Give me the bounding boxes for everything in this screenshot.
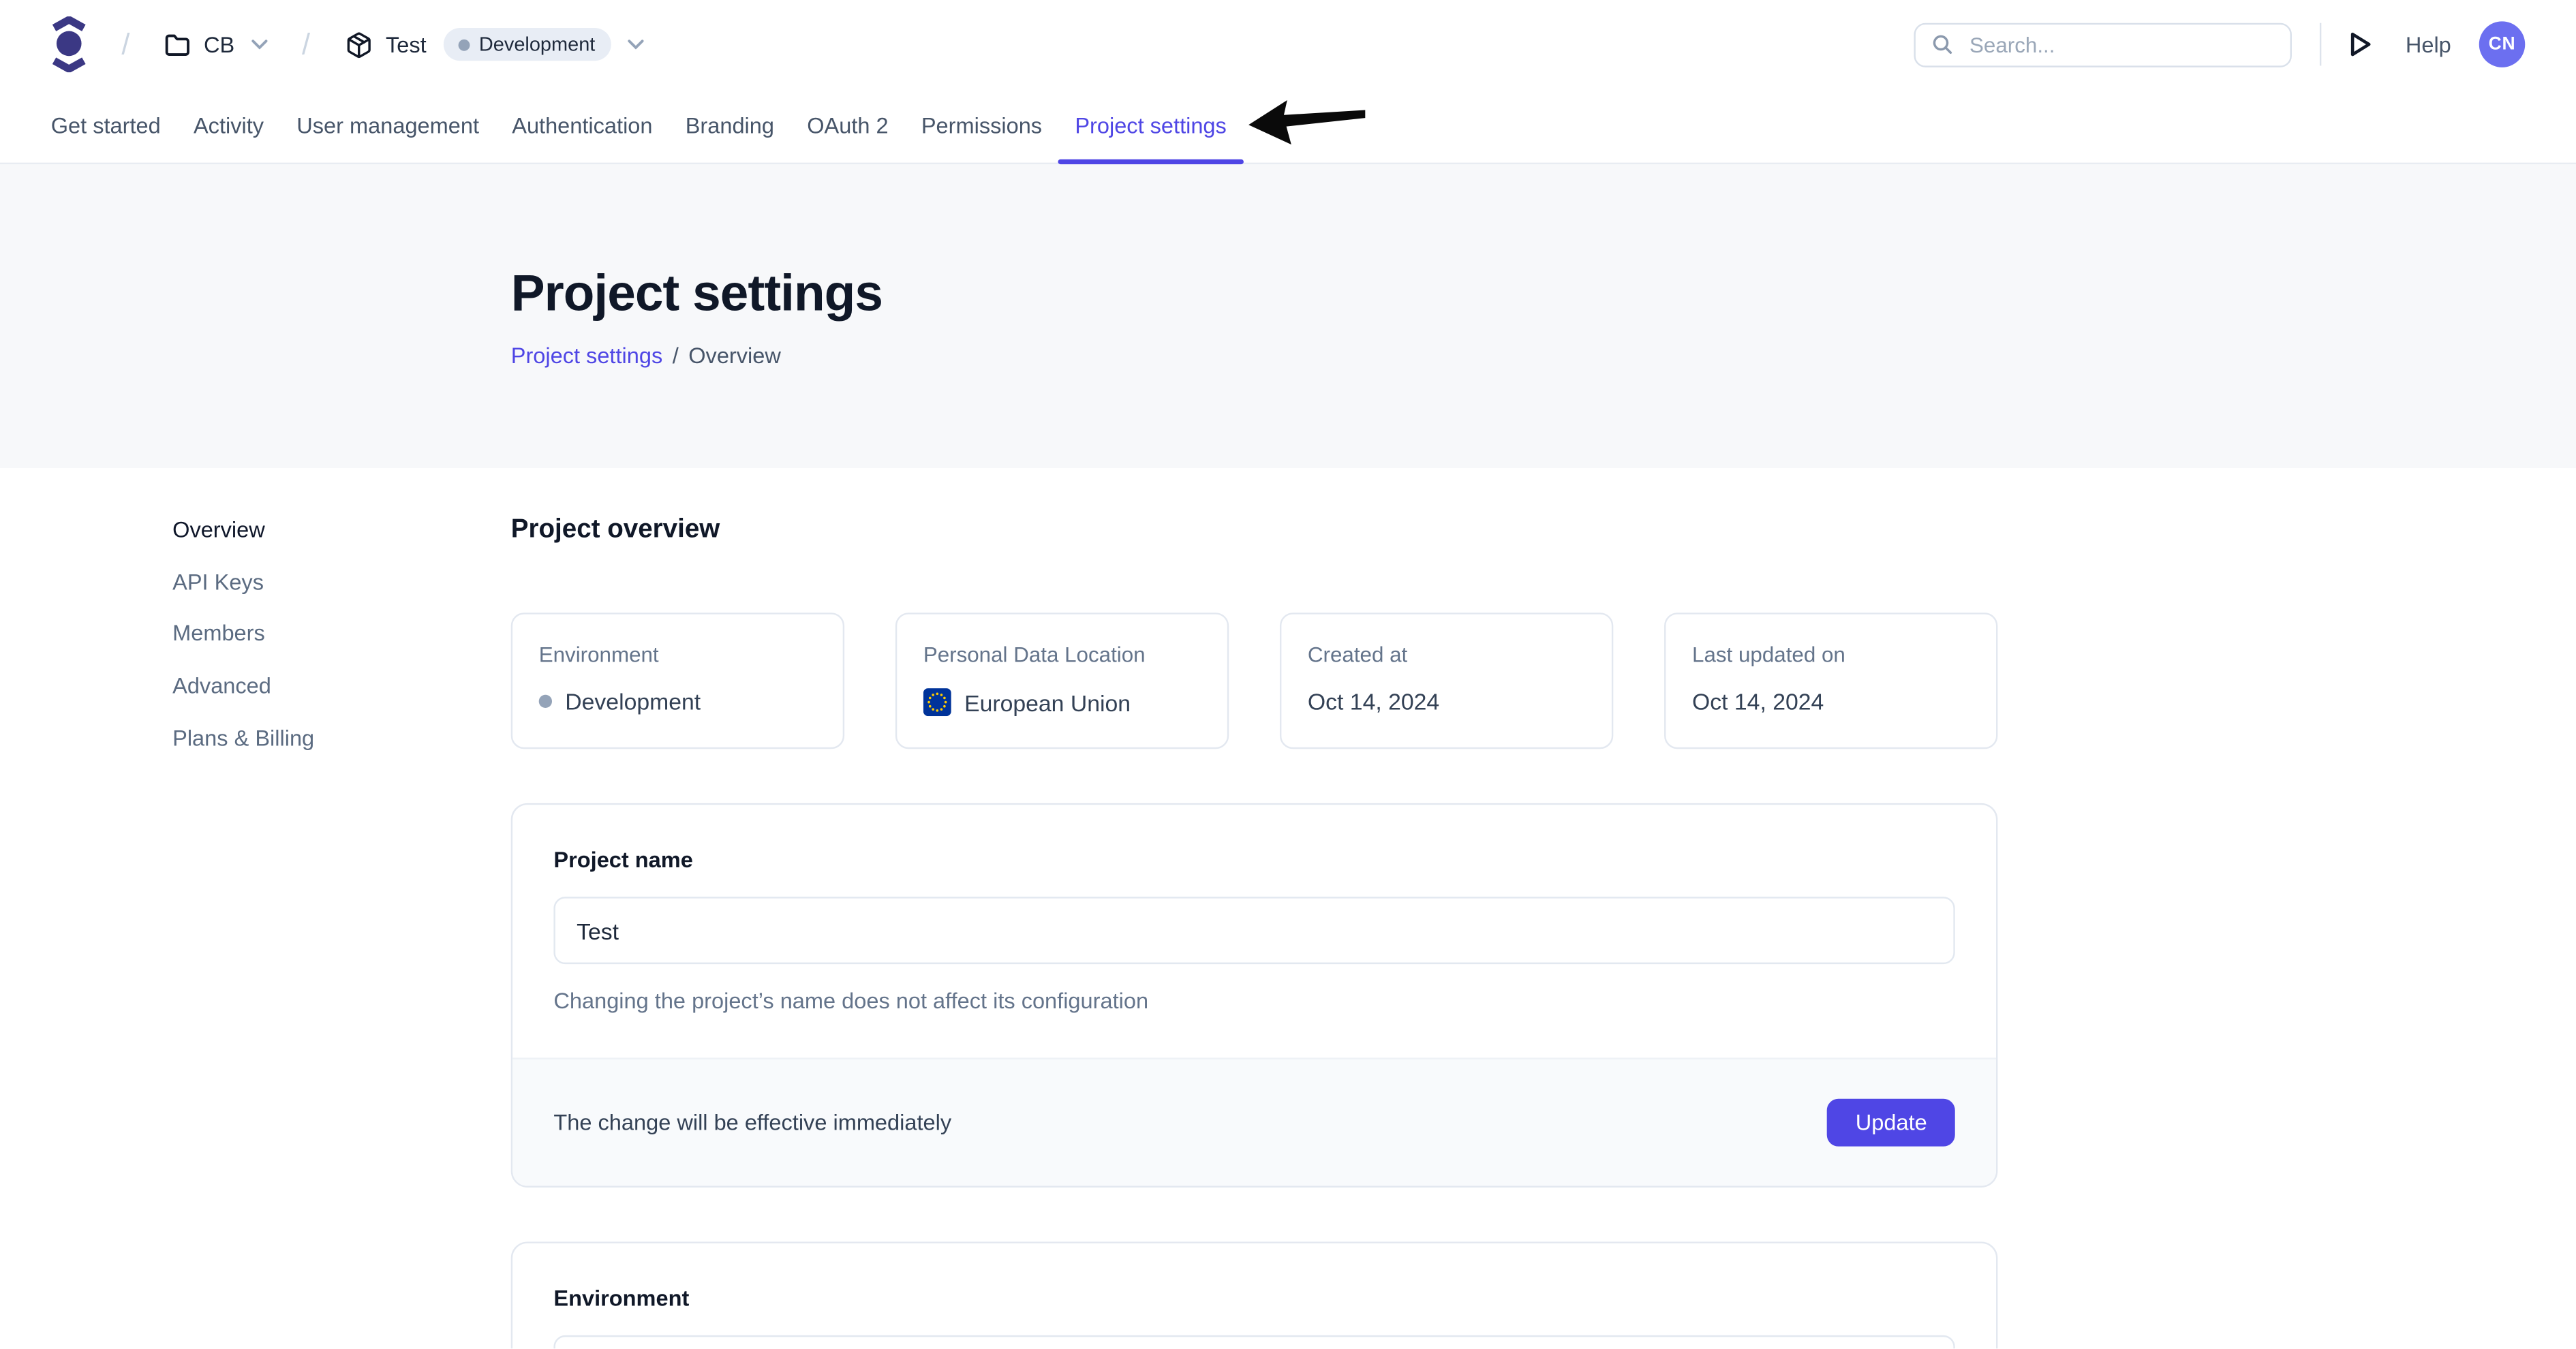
tab-project-settings[interactable]: Project settings [1058, 89, 1243, 162]
app-root: / CB / Test Development [0, 0, 2576, 1349]
chevron-down-icon [628, 40, 645, 49]
tab-authentication[interactable]: Authentication [495, 89, 669, 162]
info-card-created-at: Created at Oct 14, 2024 [1280, 613, 1613, 749]
info-card-environment: Environment Development [511, 613, 844, 749]
environment-card: Environment Development [511, 1241, 1998, 1349]
project-name-helper: Changing the project’s name does not aff… [553, 987, 1954, 1017]
breadcrumb-link[interactable]: Project settings [511, 343, 663, 368]
page-header: Project settings Project settings / Over… [0, 164, 2576, 468]
logo[interactable] [51, 16, 87, 72]
settings-sidebar: Overview API Keys Members Advanced Plans… [172, 514, 511, 1349]
section-title: Project overview [511, 514, 1998, 547]
update-button[interactable]: Update [1828, 1099, 1955, 1147]
topbar-right: Help CN [1914, 21, 2525, 67]
sidebar-item-plans-billing[interactable]: Plans & Billing [172, 722, 314, 755]
info-card-label: Last updated on [1692, 642, 1969, 667]
topbar: / CB / Test Development [0, 0, 2576, 89]
sidebar-item-advanced[interactable]: Advanced [172, 670, 271, 703]
org-switcher[interactable]: CB [164, 32, 267, 57]
info-card-label: Created at [1308, 642, 1585, 667]
sidebar-item-api-keys[interactable]: API Keys [172, 566, 264, 599]
project-name-card-footer: The change will be effective immediately… [512, 1057, 1996, 1185]
sidebar-item-members[interactable]: Members [172, 618, 265, 651]
breadcrumb-separator: / [673, 343, 679, 368]
footer-note: The change will be effective immediately [553, 1111, 951, 1135]
info-card-last-updated: Last updated on Oct 14, 2024 [1664, 613, 1997, 749]
run-button[interactable] [2350, 31, 2373, 58]
breadcrumb-current: Overview [688, 343, 781, 368]
search-icon [1933, 33, 1953, 56]
search-input[interactable] [1966, 31, 2274, 59]
environment-label: Environment [553, 1284, 1954, 1312]
chevron-down-icon [251, 40, 267, 49]
play-icon [2350, 31, 2373, 58]
info-card-data-location: Personal Data Location European Union [895, 613, 1229, 749]
info-card-label: Environment [539, 642, 816, 667]
logo-icon [51, 16, 87, 72]
status-dot-icon [458, 39, 470, 50]
tab-oauth2[interactable]: OAuth 2 [791, 89, 905, 162]
project-name-card: Project name Changing the project’s name… [511, 803, 1998, 1188]
avatar[interactable]: CN [2479, 21, 2526, 67]
info-card-label: Personal Data Location [923, 642, 1201, 667]
page-title: Project settings [511, 266, 2576, 322]
project-switcher[interactable]: Test Development [345, 28, 645, 61]
environment-badge: Development [443, 28, 612, 61]
breadcrumb: Project settings / Overview [511, 343, 2576, 368]
package-icon [345, 31, 373, 59]
divider [2320, 23, 2321, 66]
breadcrumb-separator: / [121, 27, 129, 62]
tab-activity[interactable]: Activity [177, 89, 280, 162]
content: Overview API Keys Members Advanced Plans… [0, 468, 2576, 1349]
status-dot-icon [539, 695, 552, 708]
tab-permissions[interactable]: Permissions [905, 89, 1058, 162]
eu-flag-icon [923, 688, 951, 716]
search-box [1914, 22, 2292, 67]
main-panel: Project overview Environment Development… [511, 514, 1998, 1349]
info-card-value: Development [565, 688, 701, 715]
environment-badge-label: Development [479, 33, 595, 56]
info-card-value: Oct 14, 2024 [1692, 688, 1824, 715]
breadcrumb-separator: / [302, 27, 310, 62]
project-name: Test [386, 32, 427, 57]
org-name: CB [204, 32, 234, 57]
info-card-row: Environment Development Personal Data Lo… [511, 613, 1998, 749]
tab-branding[interactable]: Branding [669, 89, 791, 162]
project-name-label: Project name [553, 846, 1954, 874]
help-link[interactable]: Help [2406, 32, 2451, 57]
sidebar-item-overview[interactable]: Overview [172, 514, 265, 547]
folder-icon [164, 32, 191, 57]
project-name-input[interactable] [553, 897, 1954, 964]
info-card-value: European Union [964, 689, 1131, 715]
info-card-value: Oct 14, 2024 [1308, 688, 1439, 715]
tab-get-started[interactable]: Get started [35, 89, 177, 162]
environment-select[interactable]: Development [553, 1335, 1954, 1349]
tab-bar: Get started Activity User management Aut… [0, 89, 2576, 164]
tab-user-management[interactable]: User management [280, 89, 495, 162]
